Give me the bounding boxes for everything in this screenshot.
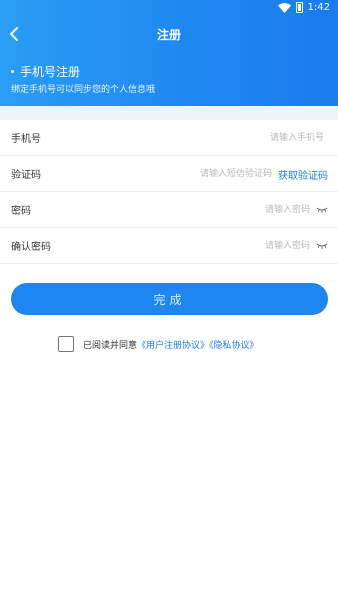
eye-closed-icon[interactable] bbox=[316, 207, 328, 213]
page-title: 注册 bbox=[156, 28, 181, 42]
register-heading-text: 手机号注册 bbox=[20, 65, 81, 79]
wifi-icon bbox=[277, 2, 291, 13]
status-bar: 1:42 bbox=[0, 0, 338, 18]
code-row: 验证码 获取验证码 bbox=[0, 156, 338, 192]
status-time: 1:42 bbox=[307, 2, 330, 13]
register-subtitle: 绑定手机号可以同步您的个人信息哦 bbox=[11, 85, 156, 95]
code-input[interactable] bbox=[152, 165, 272, 183]
agreement-prefix: 已阅读并同意 bbox=[83, 340, 138, 351]
agreement-text: 已阅读并同意《用户注册协议》《隐私协议》 bbox=[83, 338, 259, 351]
code-label: 验证码 bbox=[11, 170, 41, 181]
header: 1:42 注册 手机号注册 绑定手机号可以同步您的个人信息哦 bbox=[0, 0, 338, 106]
user-agreement-link[interactable]: 《用户注册协议》 bbox=[137, 341, 209, 351]
section-divider bbox=[0, 106, 338, 120]
password-label: 密码 bbox=[11, 206, 31, 217]
password-input[interactable] bbox=[190, 201, 310, 219]
password-row: 密码 bbox=[0, 192, 338, 228]
status-icons: 1:42 bbox=[277, 2, 330, 13]
submit-button[interactable]: 完成 bbox=[11, 283, 328, 315]
phone-row: 手机号 bbox=[0, 120, 338, 156]
register-form: 手机号 验证码 获取验证码 密码 确认密码 bbox=[0, 120, 338, 264]
register-heading: 手机号注册 bbox=[11, 63, 80, 80]
agreement-checkbox[interactable] bbox=[58, 336, 74, 352]
confirm-password-row: 确认密码 bbox=[0, 228, 338, 264]
agreement-row: 已阅读并同意《用户注册协议》《隐私协议》 bbox=[58, 336, 259, 352]
phone-input[interactable] bbox=[174, 129, 324, 147]
eye-closed-icon[interactable] bbox=[316, 243, 328, 249]
confirm-password-input[interactable] bbox=[190, 237, 310, 255]
get-code-button[interactable]: 获取验证码 bbox=[278, 167, 328, 182]
confirm-password-label: 确认密码 bbox=[11, 242, 51, 253]
privacy-policy-link[interactable]: 《隐私协议》 bbox=[209, 341, 259, 351]
battery-icon bbox=[295, 2, 303, 13]
bullet-dot bbox=[11, 70, 14, 73]
phone-label: 手机号 bbox=[11, 134, 41, 145]
